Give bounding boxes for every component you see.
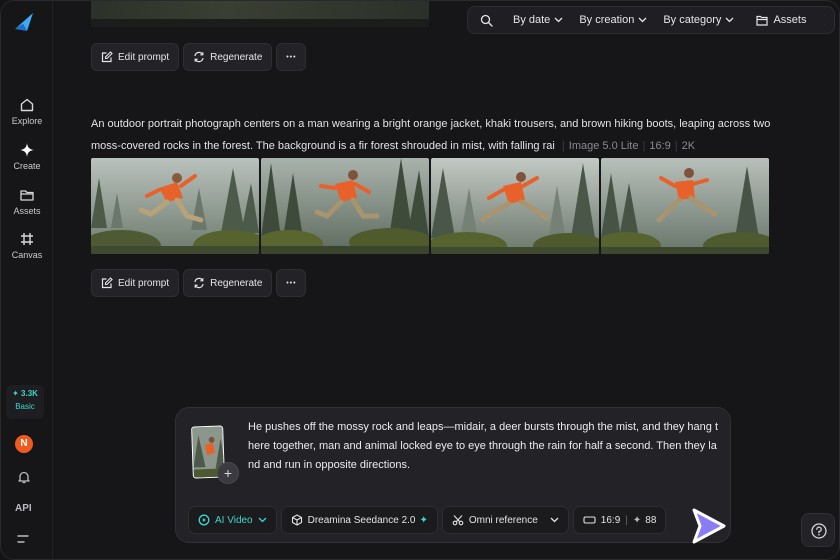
filter-label: By creation [579, 14, 635, 26]
sidebar-item-assets[interactable]: Assets [1, 187, 53, 216]
filter-toolbar: By date By creation By category Assets [467, 6, 835, 34]
folder-icon [756, 15, 769, 26]
refresh-icon [194, 277, 204, 289]
chevron-down-icon [550, 517, 559, 523]
button-label: Regenerate [210, 51, 263, 63]
grid-icon [21, 233, 33, 245]
filter-label: By date [513, 14, 551, 26]
generation-actions: Edit prompt Regenerate ••• [91, 269, 307, 297]
model-name: Image 5.0 Lite [568, 140, 639, 152]
generation-actions: Edit prompt Regenerate ••• [91, 43, 307, 71]
resolution: 2K [681, 140, 696, 152]
prompt-input[interactable]: He pushes off the mossy rock and leaps—m… [248, 418, 718, 475]
sidebar: Explore Create Assets Canvas ✦ 3.3K Basi… [1, 1, 53, 559]
chevron-down-icon [725, 17, 734, 23]
chevron-down-icon [638, 17, 647, 23]
filter-label: By category [663, 14, 722, 26]
more-icon: ••• [286, 279, 297, 287]
button-label: Regenerate [210, 277, 263, 289]
reference-label: Omni reference [468, 514, 538, 526]
edit-prompt-button[interactable]: Edit prompt [91, 43, 180, 71]
chevron-down-icon [258, 517, 267, 523]
credit-cost: 88 [645, 514, 657, 526]
plan-label: Basic [15, 402, 35, 411]
button-label: Edit prompt [118, 277, 170, 289]
aspect-ratio: 16:9 [649, 140, 671, 152]
chevron-down-icon [554, 17, 563, 23]
generation-meta: | Image 5.0 Lite | 16:9 | 2K [561, 140, 696, 152]
more-options-button[interactable]: ••• [276, 43, 307, 71]
assets-label: Assets [773, 14, 807, 26]
model-label: Dreamina Seedance 2.0 [307, 514, 416, 526]
folder-icon [20, 190, 34, 201]
regenerate-button[interactable]: Regenerate [183, 43, 273, 71]
edit-icon [101, 277, 113, 289]
add-reference-button[interactable]: + [217, 462, 239, 484]
credits-badge[interactable]: ✦ 3.3K Basic [6, 385, 44, 419]
button-label: Edit prompt [118, 51, 170, 63]
more-options-button[interactable]: ••• [276, 269, 307, 297]
sidebar-item-label: Create [13, 161, 41, 171]
sparkle-icon [20, 143, 34, 157]
main-feed: By date By creation By category Assets E… [53, 1, 839, 559]
reference-select[interactable]: Omni reference [441, 506, 569, 534]
edit-prompt-button[interactable]: Edit prompt [91, 269, 180, 297]
menu-icon[interactable] [16, 533, 32, 545]
sidebar-item-label: Explore [11, 116, 43, 126]
app-window: Explore Create Assets Canvas ✦ 3.3K Basi… [0, 0, 840, 560]
sidebar-item-create[interactable]: Create [1, 142, 53, 171]
avatar[interactable]: N [15, 435, 33, 453]
send-button[interactable] [686, 504, 730, 548]
generated-image[interactable] [431, 158, 599, 254]
regenerate-button[interactable]: Regenerate [183, 269, 273, 297]
generated-image[interactable] [601, 158, 769, 254]
filter-by-category[interactable]: By category [655, 7, 742, 33]
generation-prompt[interactable]: An outdoor portrait photograph centers o… [91, 113, 771, 157]
generated-image[interactable] [91, 158, 259, 254]
sparkle-icon: ✦ [419, 514, 428, 526]
help-button[interactable] [801, 513, 835, 547]
video-mode-icon [198, 514, 210, 526]
credit-icon: ✦ [632, 514, 642, 526]
sidebar-item-label: Assets [13, 206, 41, 216]
sidebar-item-explore[interactable]: Explore [1, 97, 53, 126]
previous-generation-image[interactable] [91, 1, 429, 27]
model-select[interactable]: Dreamina Seedance 2.0 ✦ [280, 506, 438, 534]
sparkle-icon: ✦ [12, 389, 19, 398]
edit-icon [101, 51, 113, 63]
search-button[interactable] [468, 7, 505, 33]
filter-by-creation[interactable]: By creation [571, 7, 655, 33]
mode-label: AI Video [215, 514, 253, 526]
prompt-composer: + He pushes off the mossy rock and leaps… [175, 407, 731, 544]
logo[interactable] [13, 11, 35, 33]
sidebar-item-label: Canvas [11, 250, 43, 260]
ratio-select[interactable]: 16:9 | ✦ 88 [572, 506, 667, 534]
filter-by-date[interactable]: By date [505, 7, 571, 33]
cube-icon [291, 514, 302, 526]
home-icon [20, 98, 34, 112]
more-icon: ••• [286, 53, 297, 61]
generated-image[interactable] [261, 158, 429, 254]
ratio-label: 16:9 [600, 514, 621, 526]
divider: | [625, 514, 628, 526]
api-link[interactable]: API [15, 503, 32, 514]
image-gallery [91, 158, 769, 254]
search-icon [480, 14, 493, 27]
sidebar-item-canvas[interactable]: Canvas [1, 231, 53, 260]
credits-count: 3.3K [21, 389, 38, 398]
mode-select[interactable]: AI Video [188, 506, 277, 534]
assets-button[interactable]: Assets [748, 7, 814, 33]
bell-icon[interactable] [16, 469, 32, 485]
generation-options: AI Video Dreamina Seedance 2.0 ✦ Omni re… [188, 506, 667, 534]
help-icon [811, 523, 827, 539]
aspect-ratio-icon [583, 516, 596, 524]
refresh-icon [194, 51, 204, 63]
scissors-icon [452, 515, 464, 526]
